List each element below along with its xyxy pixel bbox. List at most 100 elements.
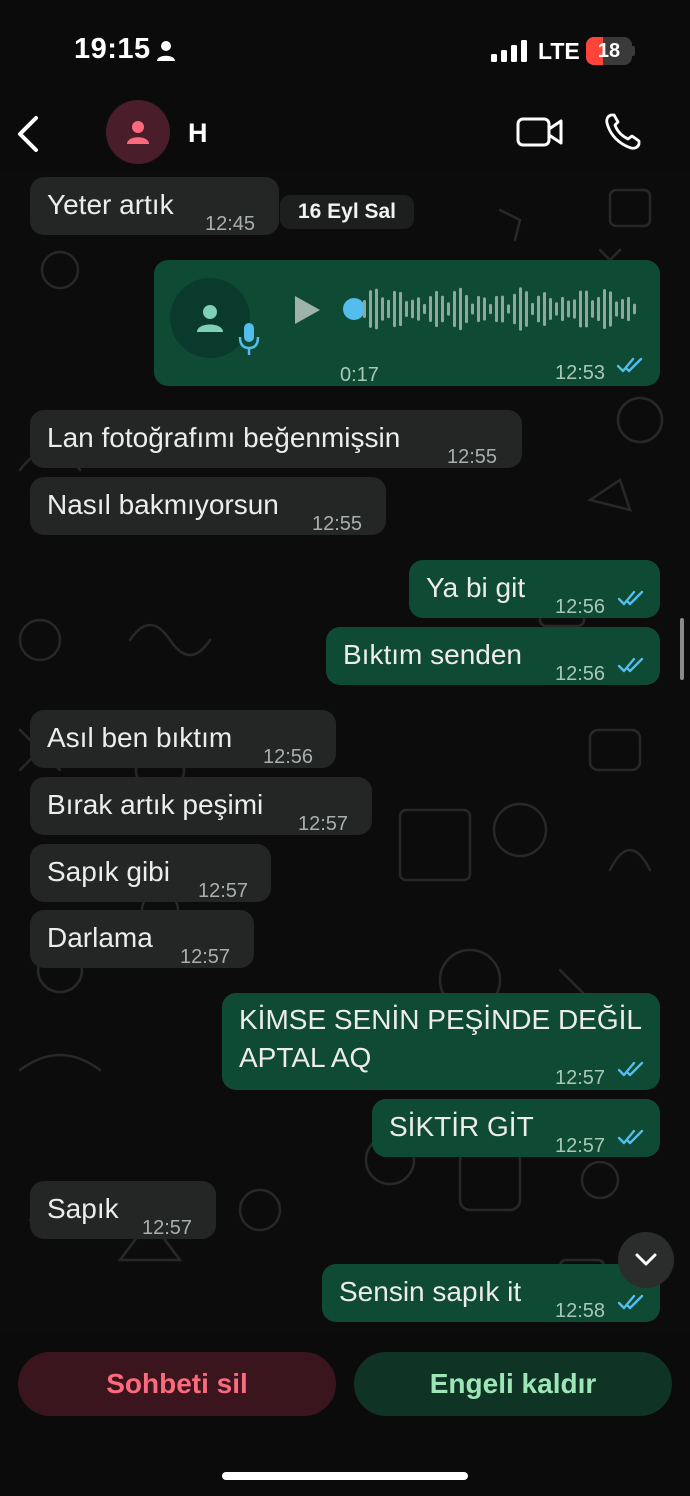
message-time: 12:56: [555, 663, 606, 685]
waveform-bar: [369, 290, 372, 328]
message-text: Yeter artık: [47, 189, 174, 220]
waveform-bar: [381, 297, 384, 321]
waveform-bar: [417, 297, 420, 321]
audio-waveform[interactable]: [359, 284, 639, 334]
message-bubble-incoming[interactable]: Sapık gibi 12:57: [30, 844, 271, 902]
waveform-bar: [495, 295, 498, 323]
waveform-bar: [387, 299, 390, 319]
waveform-bar: [603, 289, 606, 329]
waveform-bar: [507, 304, 510, 314]
waveform-bar: [501, 295, 504, 323]
scroll-to-bottom-button[interactable]: [618, 1232, 674, 1288]
waveform-bar: [447, 302, 450, 316]
waveform-bar: [537, 295, 540, 323]
message-bubble-outgoing[interactable]: Ya bi git 12:56: [409, 560, 660, 618]
message-bubble-outgoing[interactable]: Sensin sapık it 12:58: [322, 1264, 660, 1322]
message-bubble-incoming[interactable]: Sapık 12:57: [30, 1181, 216, 1239]
voice-message-bubble[interactable]: 0:17 12:53: [154, 260, 660, 386]
delete-chat-button[interactable]: Sohbeti sil: [18, 1352, 336, 1416]
message-time: 12:57: [180, 946, 231, 968]
message-bubble-outgoing[interactable]: Bıktım senden 12:56: [326, 627, 660, 685]
waveform-bar: [543, 292, 546, 326]
message-time: 12:57: [555, 1135, 606, 1157]
message-bubble-incoming[interactable]: Yeter artık 12:45: [30, 177, 279, 235]
waveform-bar: [579, 290, 582, 328]
microphone-icon: [238, 323, 260, 355]
waveform-bar: [477, 295, 480, 323]
message-bubble-incoming[interactable]: Nasıl bakmıyorsun 12:55: [30, 477, 386, 535]
message-text: Sapık: [47, 1193, 119, 1224]
double-check-icon: [617, 1294, 644, 1310]
message-text-line-1: KİMSE SENİN PEŞİNDE DEĞİL: [239, 1004, 642, 1035]
unblock-button[interactable]: Engeli kaldır: [354, 1352, 672, 1416]
message-text: Lan fotoğrafımı beğenmişsin: [47, 422, 401, 453]
waveform-bar: [615, 301, 618, 317]
message-time: 12:57: [142, 1217, 193, 1239]
waveform-bar: [609, 291, 612, 327]
battery-icon: 18: [586, 37, 632, 65]
battery-tip: [632, 46, 635, 56]
waveform-bar: [435, 290, 438, 328]
contact-name[interactable]: H: [188, 118, 208, 149]
message-text: Asıl ben bıktım: [47, 722, 233, 753]
signal-strength-icon: [491, 40, 527, 62]
date-separator: 16 Eyl Sal: [280, 195, 414, 229]
waveform-bar: [465, 294, 468, 324]
message-bubble-incoming[interactable]: Asıl ben bıktım 12:56: [30, 710, 336, 768]
waveform-bar: [429, 296, 432, 322]
message-bubble-incoming[interactable]: Darlama 12:57: [30, 910, 254, 968]
waveform-bar: [513, 293, 516, 325]
waveform-bar: [405, 300, 408, 318]
message-time: 12:56: [555, 596, 606, 618]
chat-header: H: [0, 100, 690, 170]
person-icon: [157, 41, 175, 61]
waveform-bar: [627, 296, 630, 322]
waveform-bar: [399, 291, 402, 327]
message-time: 12:57: [298, 813, 349, 835]
message-text-line-2: APTAL AQ: [239, 1042, 372, 1073]
waveform-bar: [489, 303, 492, 315]
double-check-icon: [617, 657, 644, 673]
bottom-action-bar: Sohbeti sil Engeli kaldır: [0, 1330, 690, 1496]
message-text: Sensin sapık it: [339, 1276, 522, 1307]
voice-duration: 0:17: [340, 364, 379, 386]
waveform-bar: [393, 290, 396, 328]
message-text: Sapık gibi: [47, 856, 170, 887]
waveform-bar: [525, 291, 528, 327]
home-indicator[interactable]: [222, 1472, 468, 1480]
message-text: SİKTİR GİT: [389, 1111, 534, 1142]
waveform-bar: [585, 290, 588, 328]
video-camera-icon[interactable]: [516, 116, 564, 148]
double-check-icon: [617, 590, 644, 606]
waveform-bar: [573, 299, 576, 319]
message-text: Darlama: [47, 922, 153, 953]
person-icon: [127, 121, 149, 144]
message-bubble-incoming[interactable]: Lan fotoğrafımı beğenmişsin 12:55: [30, 410, 522, 468]
battery-level: 18: [597, 40, 621, 62]
person-icon: [197, 305, 223, 332]
status-time: 19:15: [74, 33, 151, 65]
phone-icon[interactable]: [604, 112, 642, 152]
double-check-icon: [617, 1061, 644, 1077]
chat-area[interactable]: Yeter artık 12:45 16 Eyl Sal 0:17 12:53 …: [0, 170, 690, 1330]
waveform-bar: [561, 296, 564, 322]
message-bubble-incoming[interactable]: Bırak artık peşimi 12:57: [30, 777, 372, 835]
waveform-bar: [621, 298, 624, 320]
chevron-down-icon: [635, 1253, 657, 1266]
waveform-bar: [441, 295, 444, 323]
waveform-bar: [633, 303, 636, 315]
scrollbar[interactable]: [680, 618, 684, 680]
message-text: Ya bi git: [426, 572, 526, 603]
message-bubble-outgoing[interactable]: KİMSE SENİN PEŞİNDE DEĞİL APTAL AQ 12:57: [222, 993, 660, 1090]
message-time: 12:57: [198, 880, 249, 902]
message-bubble-outgoing[interactable]: SİKTİR GİT 12:57: [372, 1099, 660, 1157]
waveform-bar: [423, 303, 426, 315]
chevron-left-icon[interactable]: [14, 114, 44, 154]
play-icon[interactable]: [292, 294, 322, 326]
message-time: 12:45: [205, 213, 256, 235]
waveform-bar: [483, 297, 486, 321]
message-time: 12:55: [447, 446, 498, 468]
avatar[interactable]: [106, 100, 170, 164]
network-type: LTE: [538, 38, 580, 64]
double-check-icon: [617, 1129, 644, 1145]
